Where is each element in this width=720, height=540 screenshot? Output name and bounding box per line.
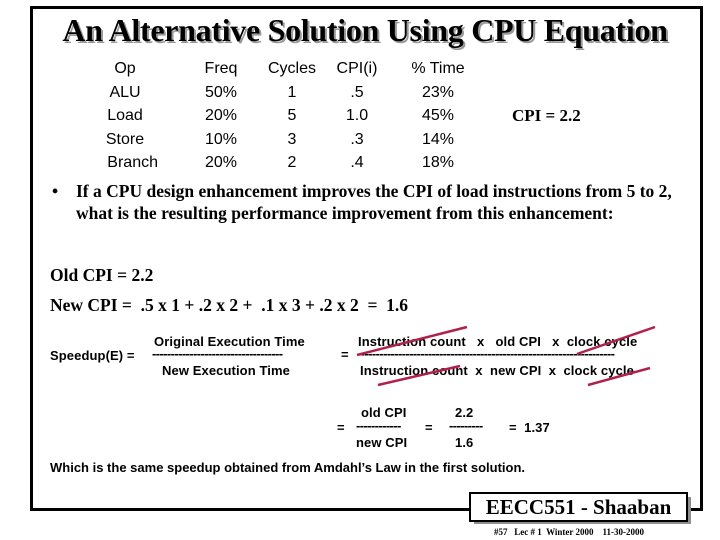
speedup-denominator: New Execution Time <box>162 363 290 378</box>
table-column-cpi: CPI(i) .5 1.0 .3 .4 <box>330 57 384 175</box>
equals-sign: = <box>337 420 345 435</box>
table-cell-cycles: 5 <box>287 107 297 124</box>
cpu-eq-denominator: Instruction count x new CPI x clock cycl… <box>360 363 634 378</box>
bullet-icon: • <box>52 181 59 201</box>
table-header-time: % Time <box>411 60 465 77</box>
table-cell-cycles: 2 <box>287 154 297 171</box>
cpi-total: CPI = 2.2 <box>512 106 581 125</box>
table-cell-op: Load <box>107 107 143 124</box>
table-cell-cpi: .5 <box>350 83 364 101</box>
table-column-cycles: Cycles 1 5 3 2 <box>262 57 322 175</box>
table-cell-time: 23% <box>421 83 455 101</box>
footer-brand: EECC551 - Shaaban <box>469 492 688 522</box>
value-fraction-bar: --------- <box>449 418 483 433</box>
table-column-op: Op ALU Load Store Branch <box>92 57 158 175</box>
old-cpi-line: Old CPI = 2.2 <box>50 265 154 285</box>
slide-frame-bottom-left <box>30 508 472 511</box>
equals-sign: = <box>341 347 349 362</box>
cpu-eq-fraction-bar: ----------------------------------------… <box>357 346 615 361</box>
table-column-freq: Freq 50% 20% 10% 20% <box>196 57 246 175</box>
table-column-time: % Time 23% 45% 14% 18% <box>400 57 476 175</box>
bullet-text: If a CPU design enhancement improves the… <box>76 181 672 223</box>
table-cell-time: 45% <box>421 107 455 124</box>
table-cell-cpi: 1.0 <box>345 107 369 124</box>
table-header-freq: Freq <box>204 60 238 77</box>
table-cell-cycles: 3 <box>287 130 297 148</box>
table-cell-cycles: 1 <box>287 83 297 101</box>
table-header-cpi: CPI(i) <box>336 60 378 77</box>
speedup-label: Speedup(E) = <box>50 348 135 363</box>
equals-sign: = <box>425 420 433 435</box>
table-cell-cpi: .3 <box>350 130 364 148</box>
table-cell-op: Store <box>105 130 145 148</box>
footer-meta: #57 Lec # 1 Winter 2000 11-30-2000 <box>494 527 644 537</box>
conclusion-text: Which is the same speedup obtained from … <box>50 460 526 475</box>
ratio-denominator: new CPI <box>356 435 408 450</box>
slide-frame-top <box>30 6 703 9</box>
new-cpi-line: New CPI = .5 x 1 + .2 x 2 + .1 x 3 + .2 … <box>50 295 409 315</box>
table-cell-op: ALU <box>109 83 141 101</box>
table-cell-freq: 50% <box>204 83 238 101</box>
speedup-fraction-bar: ----------------------------------- <box>152 346 283 361</box>
value-denominator: 1.6 <box>455 435 474 450</box>
table-cell-cpi: .4 <box>350 154 364 171</box>
table-header-op: Op <box>114 60 136 77</box>
table-cell-time: 18% <box>421 154 455 171</box>
table-cell-freq: 10% <box>204 130 238 148</box>
slide-frame-left <box>30 6 33 511</box>
slide-title: An Alternative Solution Using CPU Equati… <box>62 12 668 48</box>
table-header-cycles: Cycles <box>267 60 316 77</box>
table-cell-freq: 20% <box>204 107 238 124</box>
table-cell-freq: 20% <box>204 154 238 171</box>
slide-frame-right <box>700 6 703 511</box>
table-cell-time: 14% <box>421 130 455 148</box>
table-cell-op: Branch <box>107 154 158 171</box>
speedup-result: = 1.37 <box>509 420 550 435</box>
ratio-fraction-bar: ------------ <box>356 418 401 433</box>
